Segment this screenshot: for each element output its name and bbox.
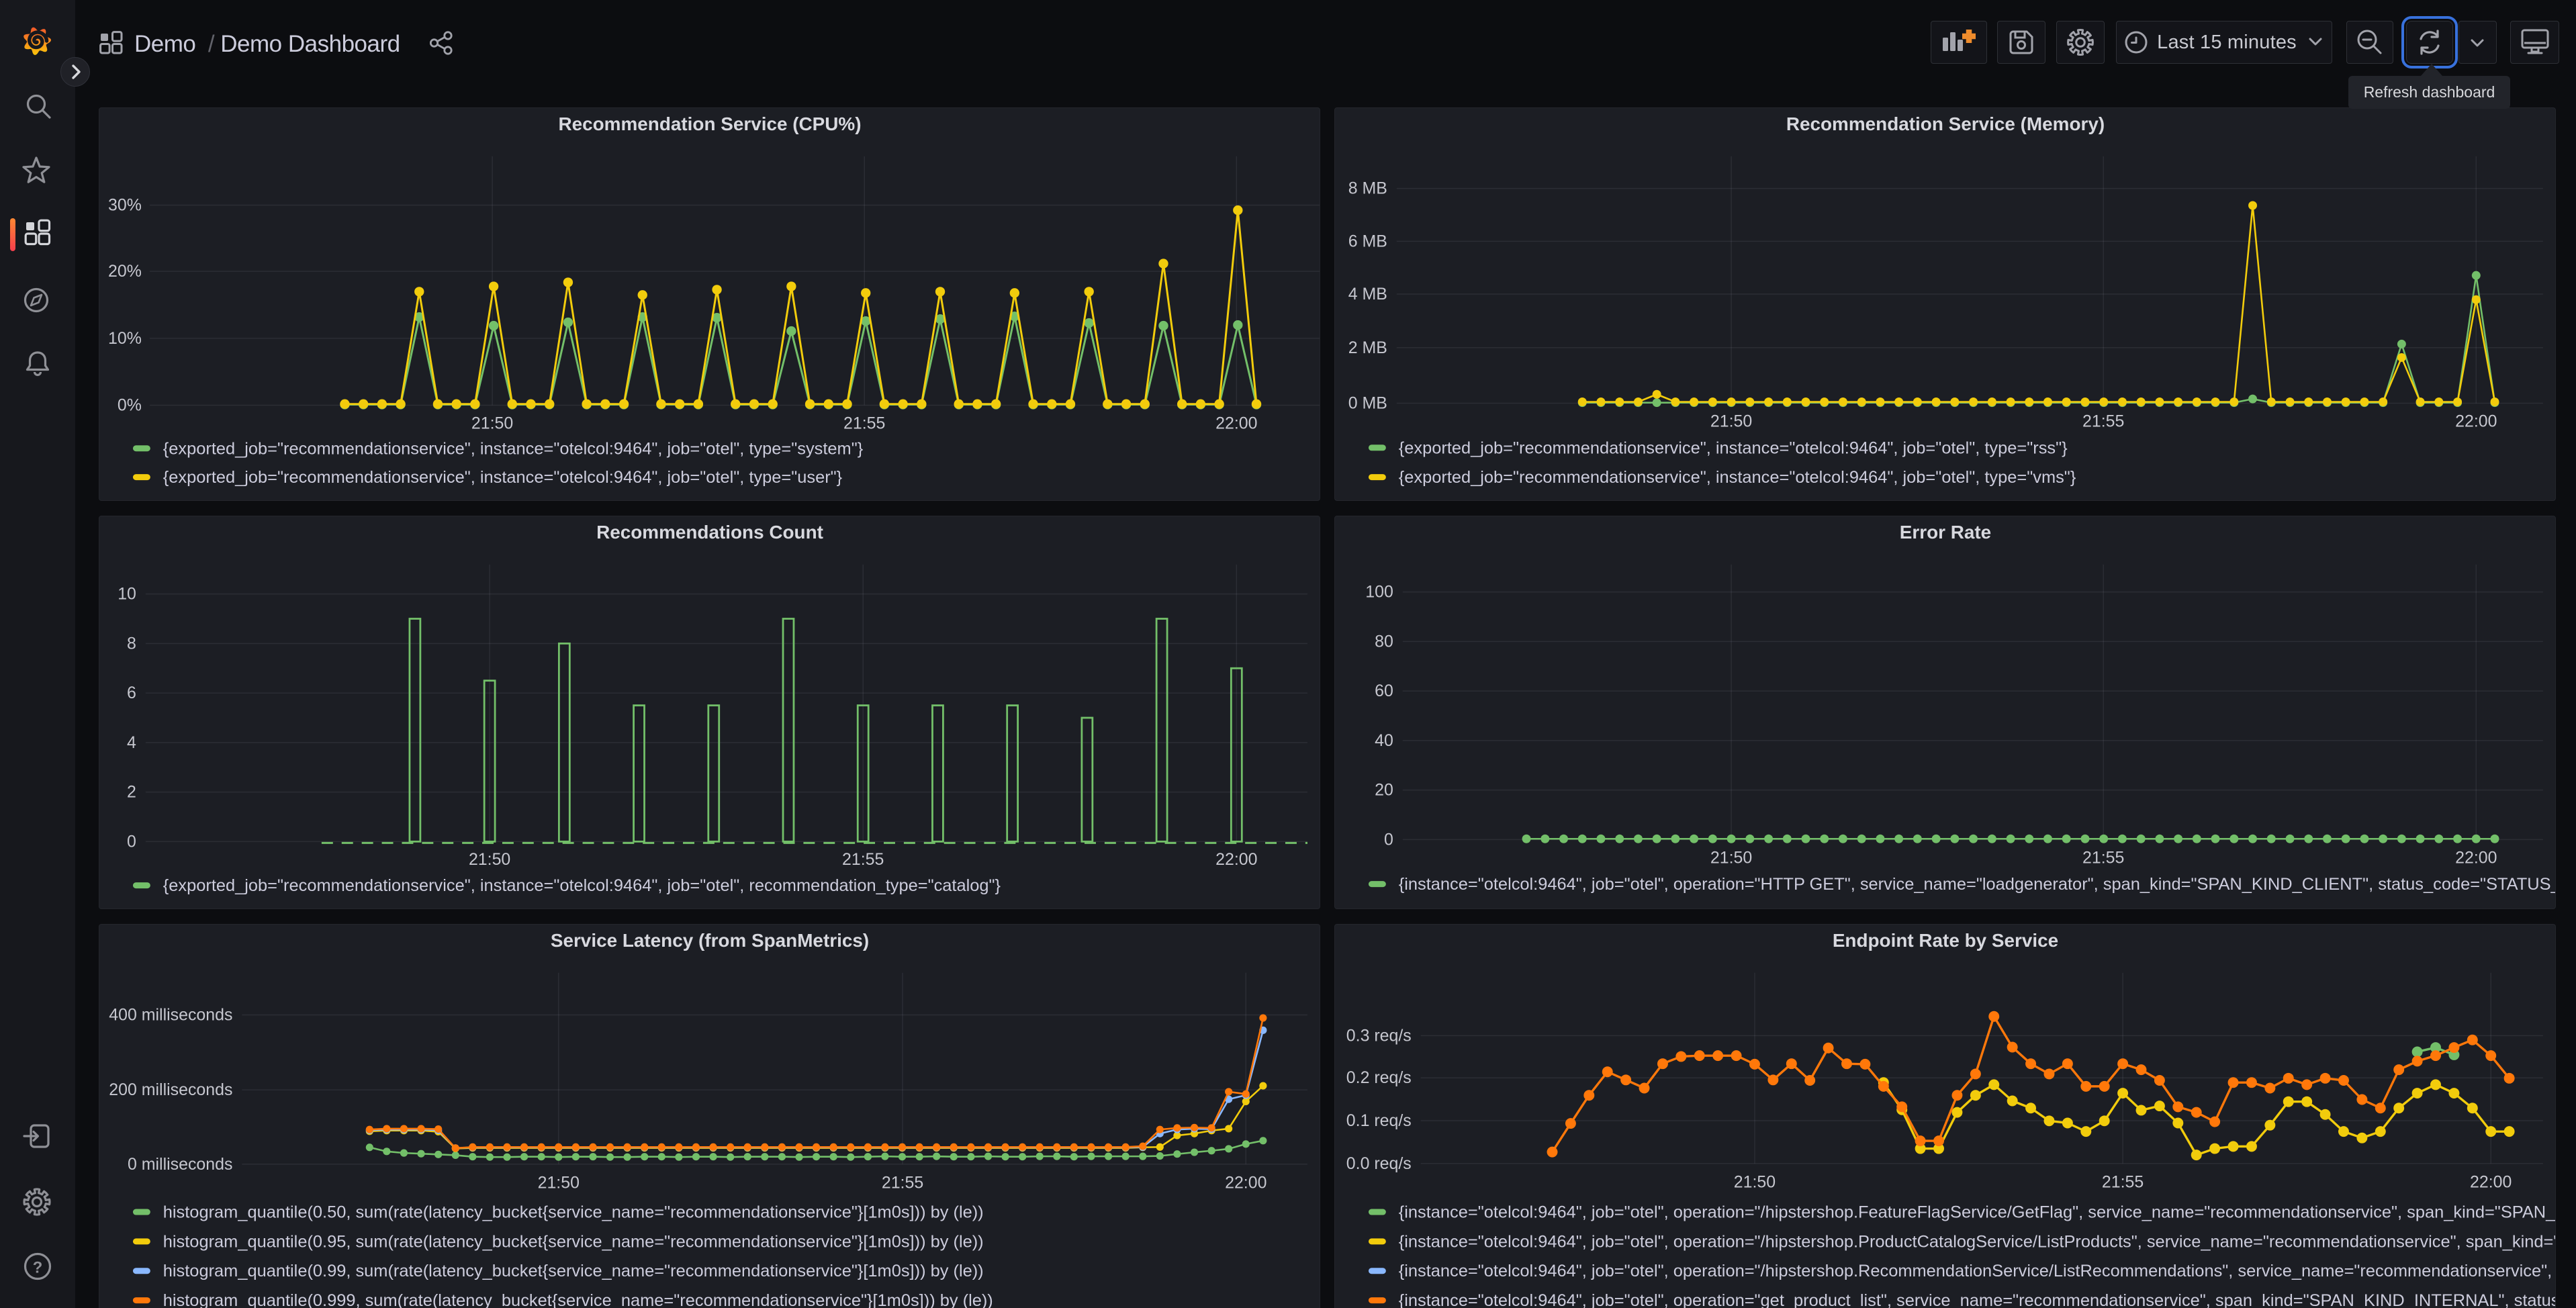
svg-text:21:55: 21:55 [842, 850, 884, 869]
svg-text:21:55: 21:55 [2082, 848, 2124, 867]
svg-text:22:00: 22:00 [2455, 412, 2497, 430]
svg-text:0.1 req/s: 0.1 req/s [1346, 1111, 1412, 1130]
svg-text:Service Latency (from SpanMetr: Service Latency (from SpanMetrics) [551, 930, 869, 951]
svg-text:histogram_quantile(0.50, sum(r: histogram_quantile(0.50, sum(rate(latenc… [163, 1203, 984, 1222]
svg-text:21:50: 21:50 [1734, 1173, 1776, 1192]
svg-text:0 MB: 0 MB [1348, 393, 1387, 412]
svg-text:0: 0 [1384, 830, 1393, 849]
svg-text:21:50: 21:50 [1710, 848, 1752, 867]
svg-text:22:00: 22:00 [1225, 1174, 1267, 1193]
svg-text:Recommendation Service (CPU%): Recommendation Service (CPU%) [558, 113, 861, 134]
svg-text:21:50: 21:50 [538, 1174, 580, 1193]
svg-text:22:00: 22:00 [2455, 848, 2497, 867]
svg-text:0%: 0% [118, 395, 142, 414]
svg-text:8 MB: 8 MB [1348, 179, 1387, 198]
svg-text:{instance="otelcol:9464", job=: {instance="otelcol:9464", job="otel", op… [1399, 1262, 2556, 1280]
svg-text:{instance="otelcol:9464", job=: {instance="otelcol:9464", job="otel", op… [1399, 1232, 2556, 1251]
svg-text:Recommendations Count: Recommendations Count [596, 522, 823, 543]
svg-text:0.3 req/s: 0.3 req/s [1346, 1026, 1412, 1045]
svg-text:0.0 req/s: 0.0 req/s [1346, 1154, 1412, 1173]
svg-text:histogram_quantile(0.999, sum(: histogram_quantile(0.999, sum(rate(laten… [163, 1291, 993, 1308]
svg-text:4: 4 [127, 733, 136, 752]
svg-text:{instance="otelcol:9464", job=: {instance="otelcol:9464", job="otel", op… [1399, 875, 2556, 894]
svg-text:0.2 req/s: 0.2 req/s [1346, 1068, 1412, 1087]
svg-text:10: 10 [118, 585, 136, 604]
svg-text:Error Rate: Error Rate [1900, 522, 1991, 543]
svg-text:20%: 20% [108, 262, 142, 281]
svg-text:2: 2 [127, 783, 136, 802]
svg-text:0 milliseconds: 0 milliseconds [128, 1155, 232, 1174]
svg-text:21:50: 21:50 [1710, 412, 1752, 430]
svg-text:{instance="otelcol:9464", job=: {instance="otelcol:9464", job="otel", op… [1399, 1203, 2556, 1222]
svg-text:30%: 30% [108, 196, 142, 215]
svg-text:21:50: 21:50 [469, 850, 510, 869]
svg-text:histogram_quantile(0.99, sum(r: histogram_quantile(0.99, sum(rate(latenc… [163, 1262, 984, 1280]
svg-text:22:00: 22:00 [1215, 414, 1257, 432]
svg-text:21:55: 21:55 [2102, 1173, 2144, 1192]
svg-text:400 milliseconds: 400 milliseconds [109, 1006, 232, 1025]
svg-text:40: 40 [1375, 731, 1393, 750]
svg-text:200 milliseconds: 200 milliseconds [109, 1080, 232, 1099]
svg-text:{exported_job="recommendations: {exported_job="recommendationservice", i… [1399, 468, 2076, 487]
svg-text:{exported_job="recommendations: {exported_job="recommendationservice", i… [163, 439, 864, 458]
svg-text:{exported_job="recommendations: {exported_job="recommendationservice", i… [163, 876, 1001, 895]
svg-text:histogram_quantile(0.95, sum(r: histogram_quantile(0.95, sum(rate(latenc… [163, 1232, 984, 1251]
svg-text:80: 80 [1375, 632, 1393, 651]
svg-text:21:55: 21:55 [843, 414, 885, 432]
svg-text:10%: 10% [108, 329, 142, 348]
svg-text:?: ? [33, 1259, 43, 1277]
svg-text:21:50: 21:50 [471, 414, 513, 432]
svg-text:100: 100 [1365, 583, 1393, 602]
svg-text:2 MB: 2 MB [1348, 338, 1387, 357]
svg-text:21:55: 21:55 [882, 1174, 923, 1193]
svg-text:6: 6 [127, 684, 136, 702]
svg-text:8: 8 [127, 634, 136, 653]
svg-text:22:00: 22:00 [2470, 1173, 2512, 1192]
svg-text:6 MB: 6 MB [1348, 232, 1387, 250]
svg-text:Recommendation Service (Memory: Recommendation Service (Memory) [1786, 113, 2105, 134]
svg-text:21:55: 21:55 [2082, 412, 2124, 430]
svg-text:Endpoint Rate by Service: Endpoint Rate by Service [1833, 930, 2058, 951]
svg-text:20: 20 [1375, 781, 1393, 800]
svg-text:22:00: 22:00 [1215, 850, 1257, 869]
svg-text:0: 0 [127, 832, 136, 851]
svg-text:60: 60 [1375, 682, 1393, 700]
svg-text:{exported_job="recommendations: {exported_job="recommendationservice", i… [163, 468, 843, 487]
svg-text:{instance="otelcol:9464", job=: {instance="otelcol:9464", job="otel", op… [1399, 1291, 2556, 1308]
svg-text:4 MB: 4 MB [1348, 285, 1387, 303]
svg-text:{exported_job="recommendations: {exported_job="recommendationservice", i… [1399, 438, 2068, 457]
